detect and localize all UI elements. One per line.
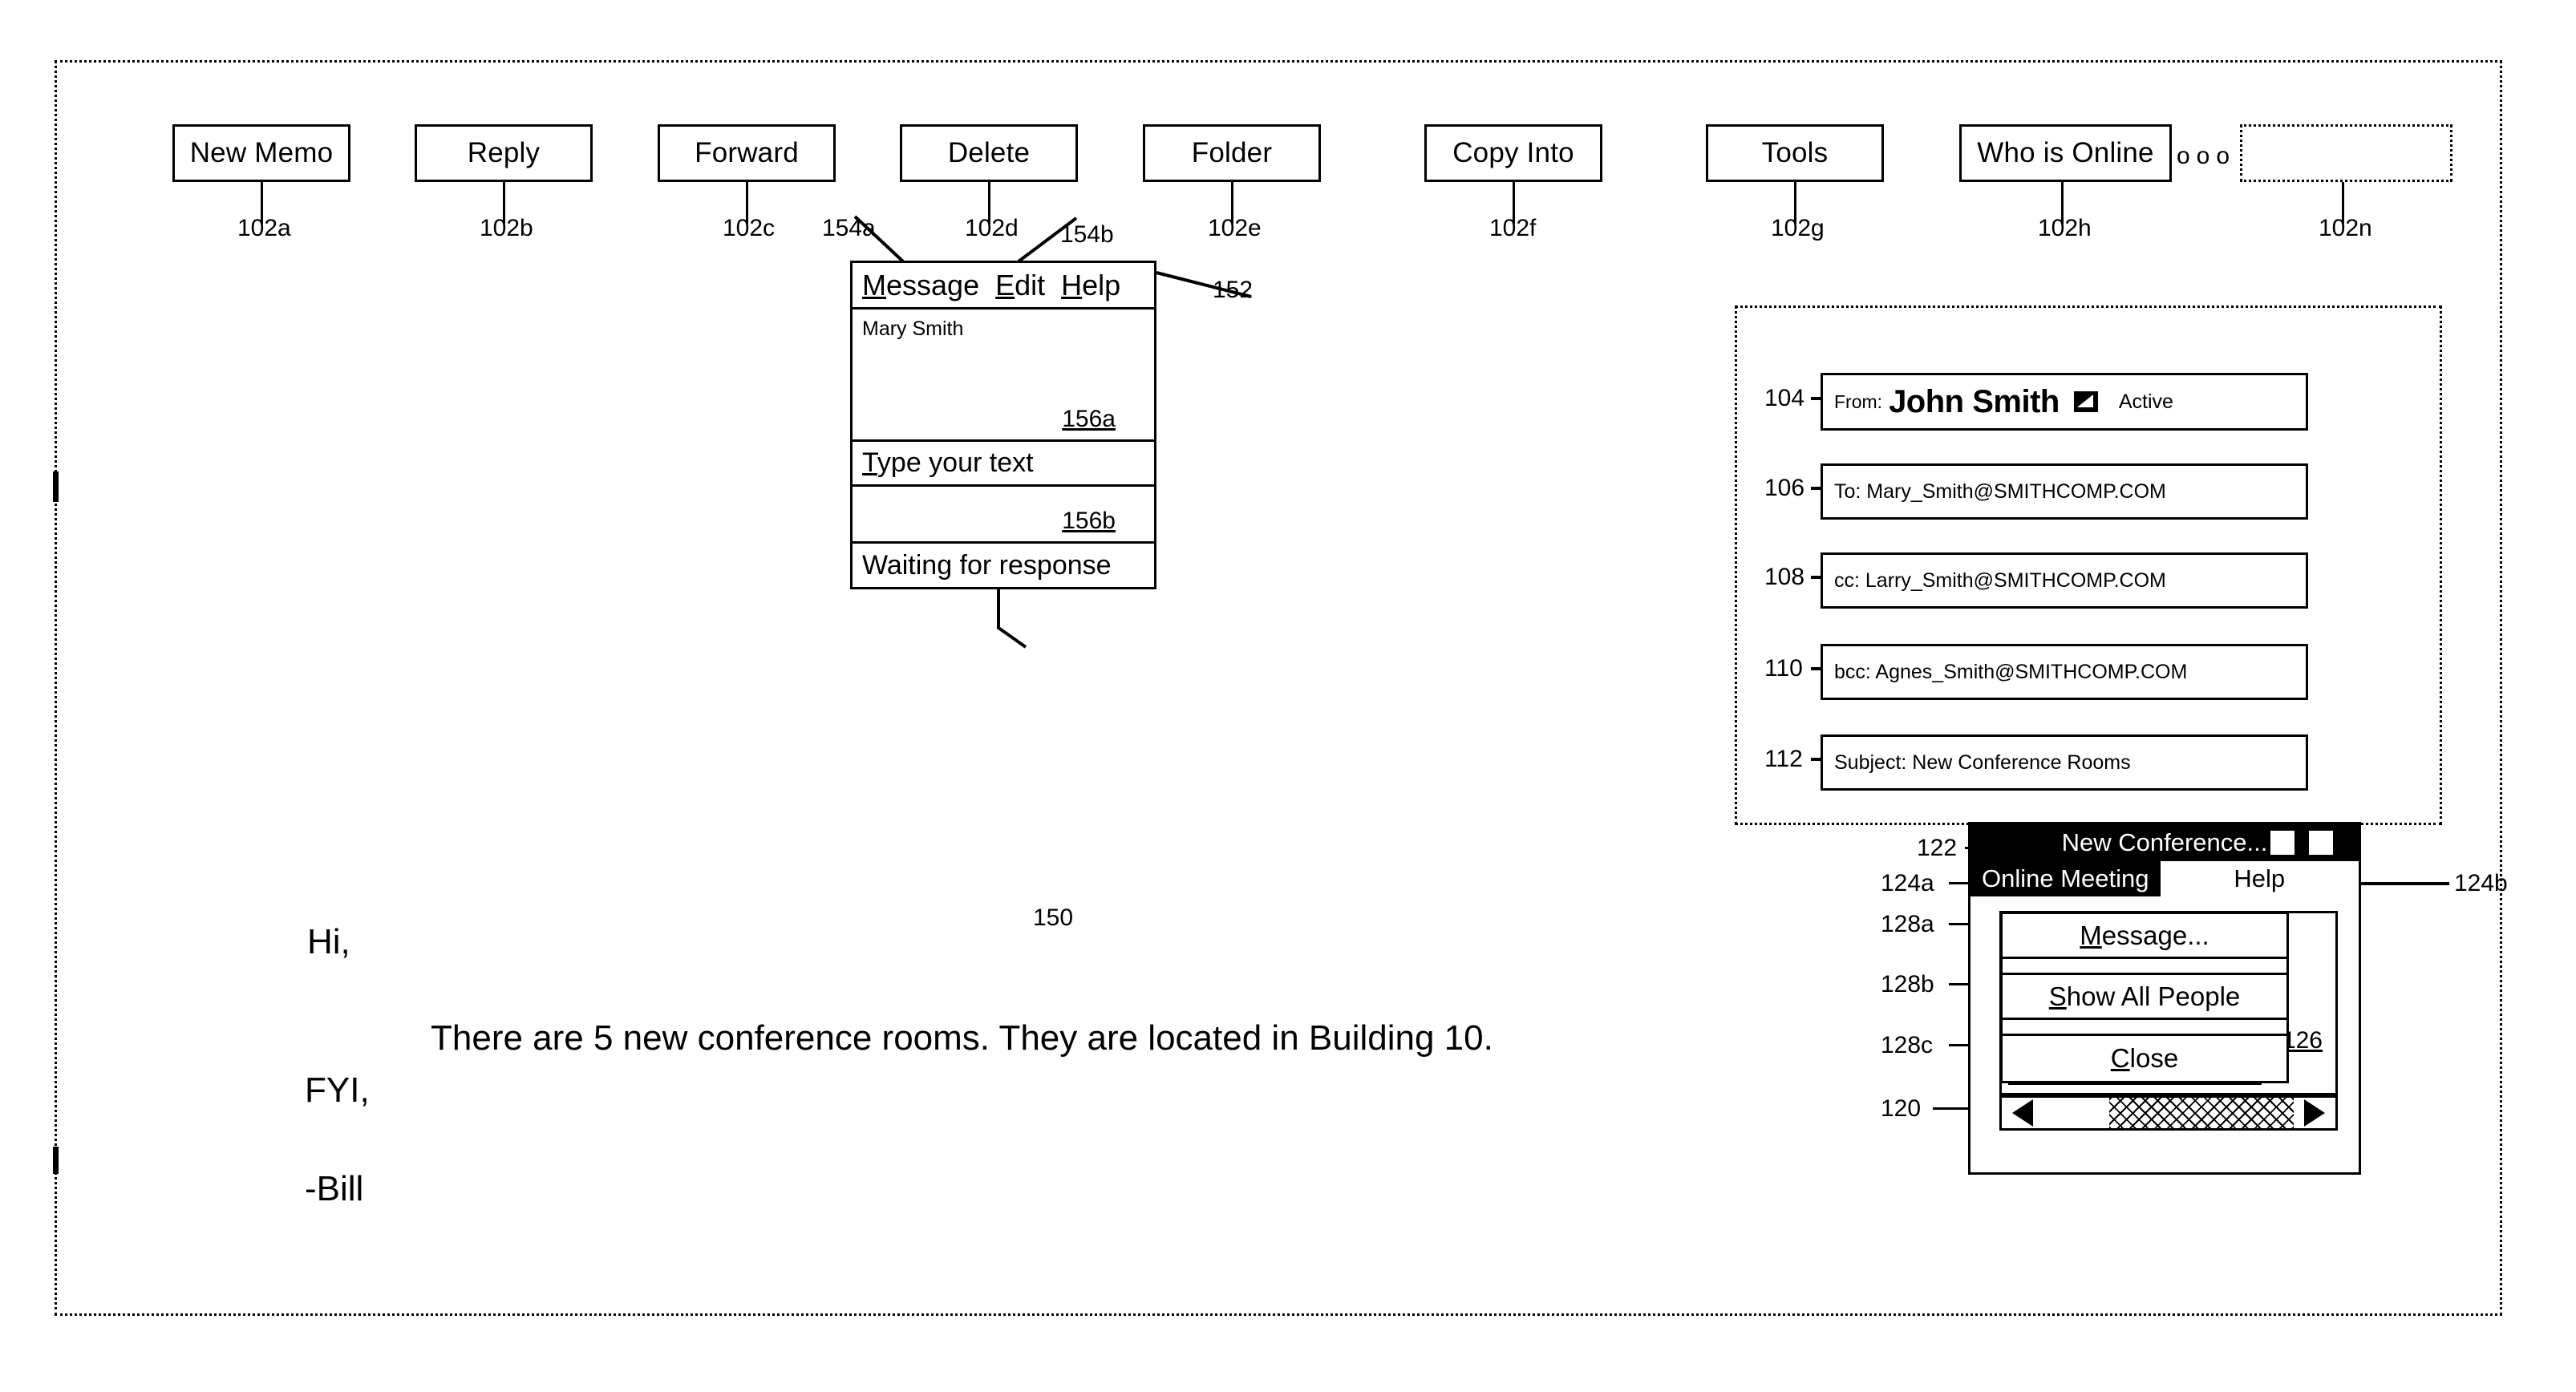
people-listbox[interactable]: 126 126 128 Message... Show All People C… bbox=[1999, 911, 2338, 1095]
chat-compose-prompt-label: Type your text bbox=[862, 447, 1034, 478]
status-active-icon bbox=[2073, 391, 2098, 412]
email-field-cc[interactable]: cc: Larry_Smith@SMITHCOMP.COM bbox=[1821, 552, 2308, 609]
chat-menu-edit[interactable]: Edit bbox=[995, 269, 1045, 302]
email-field-bcc[interactable]: bcc: Agnes_Smith@SMITHCOMP.COM bbox=[1821, 644, 2308, 700]
email-field-to[interactable]: To: Mary_Smith@SMITHCOMP.COM bbox=[1821, 463, 2308, 520]
toolbar-ellipsis-dots: ooo bbox=[2177, 143, 2237, 169]
toolbar-button-delete[interactable]: Delete bbox=[900, 124, 1078, 182]
meeting-menu-online-meeting[interactable]: Online Meeting bbox=[1970, 864, 2161, 893]
chat-compose-prompt: Type your text bbox=[853, 442, 1154, 487]
ref-156a: 156a bbox=[1062, 406, 1116, 432]
ref-102b: 102b bbox=[480, 215, 533, 241]
email-field-from[interactable]: From: John Smith Active bbox=[1821, 373, 2308, 431]
maximize-button[interactable] bbox=[2307, 829, 2335, 856]
leader-line-124b bbox=[2361, 882, 2449, 885]
chat-received-pane: Mary Smith 156a bbox=[853, 310, 1154, 442]
instant-message-window[interactable]: Message Edit Help Mary Smith 156a Type y… bbox=[850, 261, 1156, 589]
ref-102g: 102g bbox=[1771, 215, 1825, 241]
meeting-window-body: 126 126 128 Message... Show All People C… bbox=[1970, 896, 2359, 1172]
chat-menubar: Message Edit Help bbox=[853, 263, 1154, 310]
dropdown-item-message[interactable]: Message... bbox=[2003, 914, 2286, 959]
toolbar-button-tools[interactable]: Tools bbox=[1706, 124, 1884, 182]
ref-124b: 124b bbox=[2454, 870, 2508, 896]
chat-status-bar: Waiting for response bbox=[862, 549, 1112, 581]
left-edge-artifact-lower bbox=[53, 1147, 59, 1174]
ref-102f: 102f bbox=[1489, 215, 1537, 241]
ref-106: 106 bbox=[1764, 475, 1805, 501]
scroll-left-arrow-icon[interactable] bbox=[2002, 1098, 2043, 1128]
leader-line-150 bbox=[990, 589, 1055, 654]
memo-signature: -Bill bbox=[305, 1169, 364, 1208]
ref-102a: 102a bbox=[237, 215, 291, 241]
ref-102e: 102e bbox=[1208, 215, 1262, 241]
memo-greeting: Hi, bbox=[307, 922, 350, 961]
meeting-menu-help[interactable]: Help bbox=[2160, 861, 2359, 896]
meeting-menubar: Online Meeting Help bbox=[1970, 861, 2359, 896]
ref-102h: 102h bbox=[2038, 215, 2092, 241]
ref-124a: 124a bbox=[1881, 870, 1934, 896]
chat-menu-message[interactable]: Message bbox=[862, 269, 979, 302]
dropdown-item-close[interactable]: Close bbox=[2003, 1036, 2286, 1081]
meeting-titlebar: New Conference... bbox=[1970, 824, 2359, 861]
toolbar-button-copy-into[interactable]: Copy Into bbox=[1424, 124, 1602, 182]
ref-102c: 102c bbox=[723, 215, 776, 241]
ref-154a: 154a bbox=[822, 215, 876, 241]
toolbar-button-who-is-online[interactable]: Who is Online bbox=[1959, 124, 2172, 182]
left-edge-artifact-upper bbox=[53, 471, 59, 502]
ref-150: 150 bbox=[1033, 904, 1074, 931]
email-field-from-status: Active bbox=[2118, 390, 2173, 413]
ref-152: 152 bbox=[1213, 277, 1254, 303]
ref-112: 112 bbox=[1764, 746, 1803, 772]
email-field-subject[interactable]: Subject: New Conference Rooms bbox=[1821, 734, 2308, 791]
meeting-window-title: New Conference... bbox=[2061, 828, 2268, 856]
horizontal-scrollbar[interactable] bbox=[1999, 1095, 2338, 1131]
ref-102n: 102n bbox=[2319, 215, 2372, 241]
email-field-from-name: John Smith bbox=[1889, 383, 2060, 419]
ref-120: 120 bbox=[1881, 1095, 1922, 1122]
minimize-button[interactable] bbox=[2269, 829, 2296, 856]
scrollbar-thumb[interactable] bbox=[2043, 1098, 2109, 1128]
ref-128a: 128a bbox=[1881, 911, 1934, 937]
dropdown-item-show-all-people[interactable]: Show All People bbox=[2003, 975, 2286, 1020]
email-field-from-label: From: bbox=[1834, 390, 1883, 412]
chat-sender-name: Mary Smith bbox=[862, 318, 964, 340]
toolbar-button-new-memo[interactable]: New Memo bbox=[172, 124, 350, 182]
ref-156b: 156b bbox=[1062, 508, 1116, 534]
scrollbar-track[interactable] bbox=[2109, 1098, 2294, 1128]
memo-signoff: FYI, bbox=[305, 1070, 370, 1110]
toolbar-button-forward[interactable]: Forward bbox=[658, 124, 836, 182]
dropdown-separator-1 bbox=[2003, 959, 2286, 975]
ref-110: 110 bbox=[1764, 655, 1803, 682]
ref-128b: 128b bbox=[1881, 971, 1934, 997]
memo-paragraph: There are 5 new conference rooms. They a… bbox=[431, 1018, 1493, 1058]
ref-154b: 154b bbox=[1060, 221, 1114, 248]
chat-menu-help[interactable]: Help bbox=[1061, 269, 1120, 302]
scroll-right-arrow-icon[interactable] bbox=[2294, 1098, 2335, 1128]
ref-128c: 128c bbox=[1881, 1032, 1934, 1058]
online-meeting-dropdown-menu[interactable]: Message... Show All People Close bbox=[2000, 912, 2289, 1083]
chat-compose-pane[interactable]: 156b bbox=[853, 487, 1154, 544]
ref-104: 104 bbox=[1764, 385, 1805, 411]
ref-108: 108 bbox=[1764, 564, 1805, 590]
toolbar-button-placeholder[interactable] bbox=[2240, 124, 2452, 182]
toolbar-button-folder[interactable]: Folder bbox=[1143, 124, 1321, 182]
dropdown-separator-2 bbox=[2003, 1020, 2286, 1036]
ref-122: 122 bbox=[1917, 835, 1958, 861]
toolbar-button-reply[interactable]: Reply bbox=[415, 124, 593, 182]
online-meeting-window[interactable]: New Conference... Online Meeting Help 12… bbox=[1968, 822, 2361, 1175]
